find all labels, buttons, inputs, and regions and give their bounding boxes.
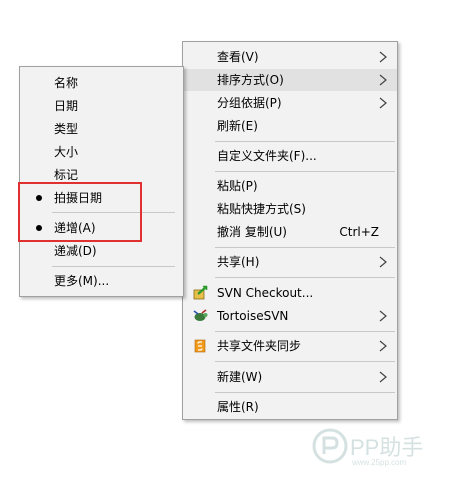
- menu-item-label: 新建(W): [217, 370, 263, 384]
- pp-logo-icon: [312, 428, 348, 464]
- submenu-item-label: 更多(M)...: [54, 274, 110, 288]
- menu-item-shortcut: Ctrl+Z: [339, 225, 379, 239]
- menu-separator: [215, 392, 395, 393]
- chevron-right-icon: [379, 371, 387, 383]
- menu-separator: [215, 171, 395, 172]
- menu-separator: [215, 141, 395, 142]
- submenu-item-more[interactable]: 更多(M)...: [20, 270, 183, 292]
- chevron-right-icon: [379, 310, 387, 322]
- submenu-item-date[interactable]: 日期: [20, 95, 183, 117]
- menu-item-new[interactable]: 新建(W): [183, 366, 397, 388]
- folder-sync-icon: [194, 339, 206, 353]
- menu-item-customize-folder[interactable]: 自定义文件夹(F)...: [183, 145, 397, 167]
- menu-item-view[interactable]: 查看(V): [183, 46, 397, 68]
- chevron-right-icon: [379, 340, 387, 352]
- menu-item-label: 撤消 复制(U): [217, 225, 287, 239]
- watermark-url: www.25pp.com: [352, 458, 407, 467]
- menu-item-paste[interactable]: 粘贴(P): [183, 175, 397, 197]
- menu-separator: [215, 277, 395, 278]
- submenu-item-name[interactable]: 名称: [20, 72, 183, 94]
- menu-item-tortoise-svn[interactable]: TortoiseSVN: [183, 305, 397, 327]
- menu-item-undo-copy[interactable]: 撤消 复制(U) Ctrl+Z: [183, 221, 397, 243]
- menu-item-label: 自定义文件夹(F)...: [217, 149, 317, 163]
- chevron-right-icon: [379, 97, 387, 109]
- menu-item-sort-by[interactable]: 排序方式(O): [183, 69, 397, 91]
- menu-item-paste-shortcut[interactable]: 粘贴快捷方式(S): [183, 198, 397, 220]
- annotation-highlight-box: [18, 182, 142, 242]
- submenu-item-label: 日期: [54, 99, 79, 113]
- menu-separator: [52, 266, 175, 267]
- menu-item-label: 刷新(E): [217, 119, 258, 133]
- submenu-item-descending[interactable]: 递减(D): [20, 240, 183, 262]
- chevron-right-icon: [379, 256, 387, 268]
- main-context-menu: 查看(V) 排序方式(O) 分组依据(P) 刷新(E) 自定义文件夹(F)...…: [182, 41, 398, 420]
- submenu-item-label: 名称: [54, 76, 79, 90]
- menu-separator: [215, 331, 395, 332]
- menu-item-label: 查看(V): [217, 50, 259, 64]
- menu-item-properties[interactable]: 属性(R): [183, 396, 397, 418]
- submenu-item-type[interactable]: 类型: [20, 118, 183, 140]
- menu-item-refresh[interactable]: 刷新(E): [183, 115, 397, 137]
- menu-item-label: 共享文件夹同步: [217, 339, 302, 353]
- svn-checkout-icon: [193, 285, 208, 300]
- menu-item-label: 共享(H): [217, 255, 260, 269]
- menu-item-label: 粘贴(P): [217, 179, 258, 193]
- menu-separator: [215, 247, 395, 248]
- submenu-item-label: 递减(D): [54, 244, 97, 258]
- submenu-item-size[interactable]: 大小: [20, 141, 183, 163]
- menu-item-group-by[interactable]: 分组依据(P): [183, 92, 397, 114]
- chevron-right-icon: [379, 51, 387, 63]
- submenu-item-label: 大小: [54, 145, 79, 159]
- menu-item-label: 排序方式(O): [217, 73, 284, 87]
- menu-item-label: SVN Checkout...: [217, 286, 314, 300]
- menu-item-share[interactable]: 共享(H): [183, 251, 397, 273]
- menu-separator: [215, 361, 395, 362]
- menu-item-shared-folder-sync[interactable]: 共享文件夹同步: [183, 335, 397, 357]
- menu-item-label: 分组依据(P): [217, 96, 282, 110]
- menu-item-label: 属性(R): [217, 400, 259, 414]
- menu-item-label: TortoiseSVN: [217, 309, 289, 323]
- chevron-right-icon: [379, 74, 387, 86]
- tortoise-svn-icon: [193, 309, 208, 321]
- menu-item-svn-checkout[interactable]: SVN Checkout...: [183, 282, 397, 304]
- watermark: PP助手 www.25pp.com: [312, 428, 442, 472]
- submenu-item-label: 类型: [54, 122, 79, 136]
- menu-item-label: 粘贴快捷方式(S): [217, 202, 306, 216]
